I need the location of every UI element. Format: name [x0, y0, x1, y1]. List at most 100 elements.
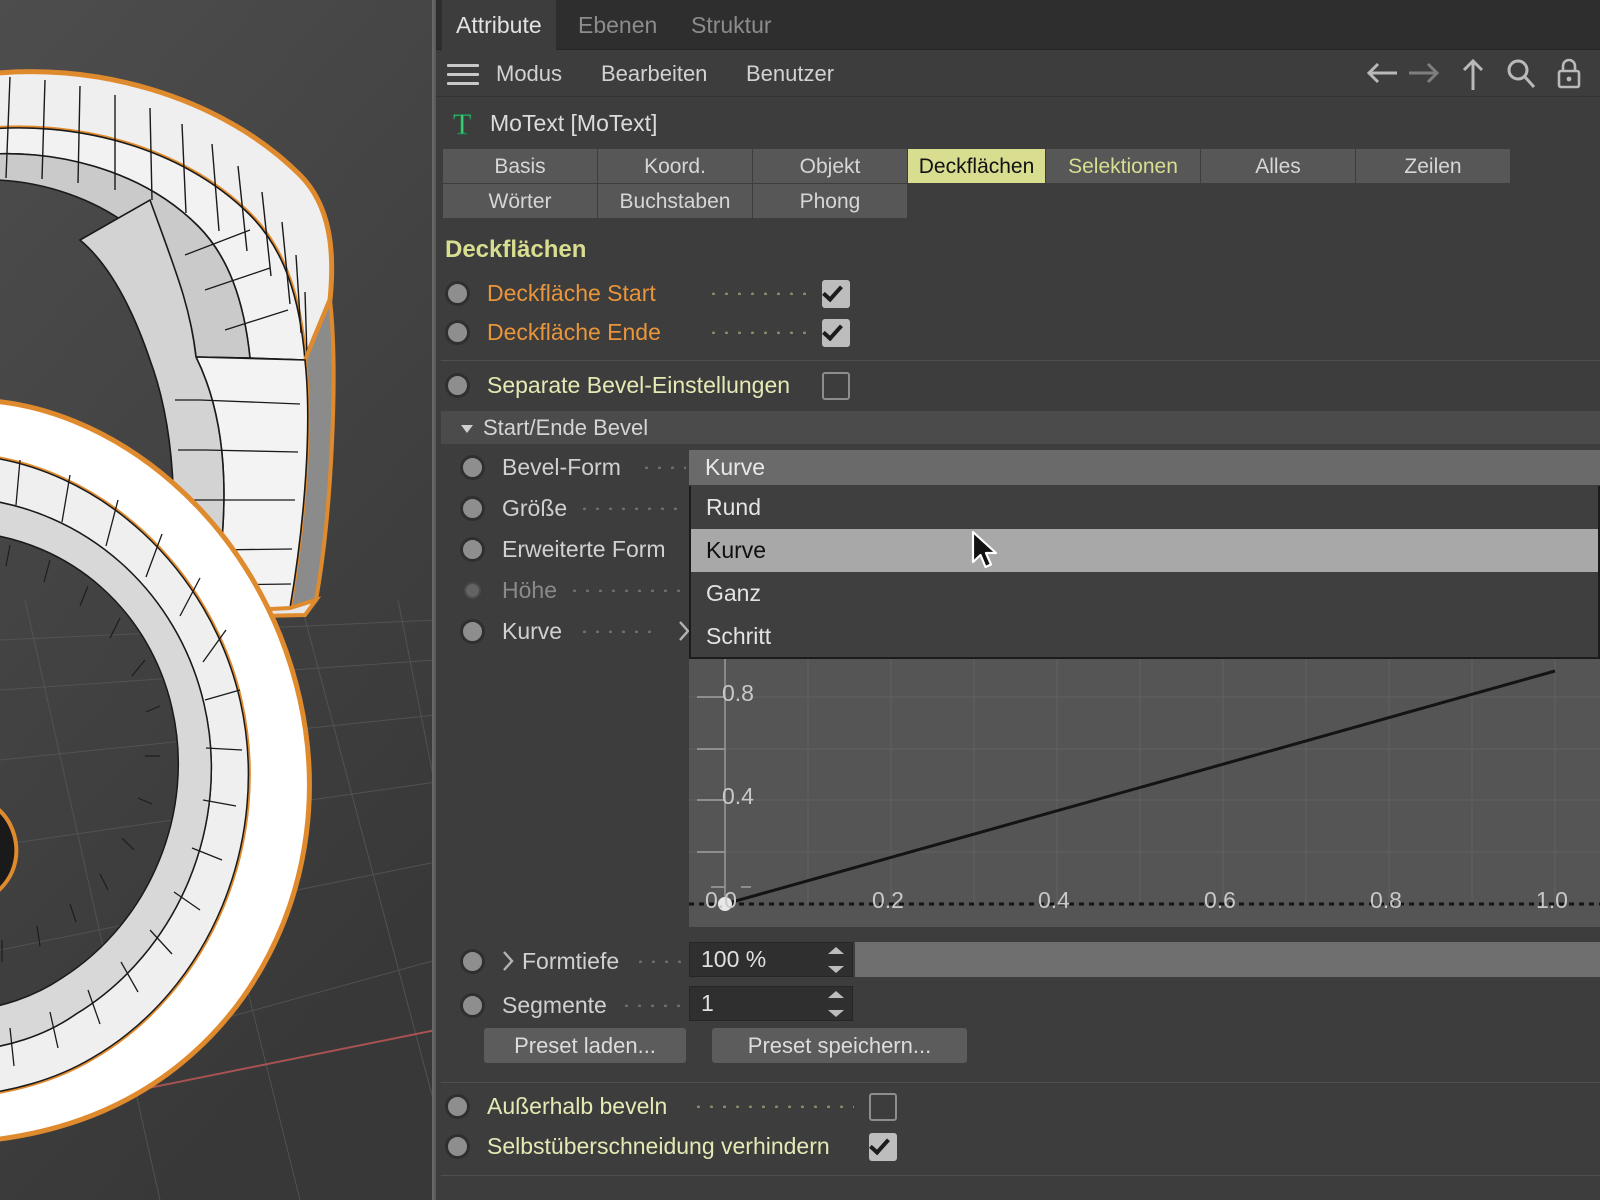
x-tick-0.6: 0.6 — [1204, 887, 1236, 913]
anim-track-icon-groesse[interactable] — [460, 496, 485, 521]
group-header-label: Start/Ende Bevel — [483, 415, 649, 440]
anim-track-icon-erweiterte-form[interactable] — [460, 537, 485, 562]
checkbox-deckflaeche-ende[interactable] — [822, 319, 850, 347]
property-tab-alles[interactable]: Alles — [1201, 149, 1356, 184]
lock-icon[interactable] — [1554, 57, 1584, 96]
checkbox-deckflaeche-start[interactable] — [822, 280, 850, 308]
dropdown-option-rund[interactable]: Rund — [691, 486, 1598, 529]
app-window: Attribute Ebenen Struktur Modus Bearbeit… — [0, 0, 1600, 1200]
group-header-start-ende-bevel[interactable]: Start/Ende Bevel — [441, 411, 1600, 444]
x-tick-0.4: 0.4 — [1038, 887, 1070, 913]
arrow-right-icon[interactable] — [1404, 57, 1444, 94]
label-bevel-form: Bevel-Form — [502, 454, 621, 480]
anim-track-icon-deckflaeche-ende[interactable] — [445, 320, 470, 345]
anim-track-icon-selbstueberschneidung[interactable] — [445, 1134, 470, 1159]
object-header: T MoText [MoText] — [436, 97, 1600, 149]
row-segmente[interactable]: Segmente 1 — [0, 986, 1164, 1025]
preset-laden-button[interactable]: Preset laden... — [484, 1028, 686, 1063]
x-tick-0.8: 0.8 — [1370, 887, 1402, 913]
dropdown-option-ganz[interactable]: Ganz — [691, 572, 1598, 615]
arrow-up-icon[interactable] — [1456, 57, 1490, 98]
divider — [441, 1175, 1600, 1176]
property-tab-phong[interactable]: Phong — [753, 184, 908, 219]
formtiefe-slider-fill — [855, 942, 1600, 977]
window-tab-bar: Attribute Ebenen Struktur — [436, 0, 1600, 50]
dropdown-option-schritt[interactable]: Schritt — [691, 615, 1598, 658]
window-tab-ebenen[interactable]: Ebenen — [564, 0, 671, 50]
row-selbstueberschneidung[interactable]: Selbstüberschneidung verhindern — [0, 1127, 1164, 1166]
formtiefe-value: 100 % — [701, 946, 767, 972]
label-ausserhalb-beveln: Außerhalb beveln — [487, 1093, 668, 1119]
row-formtiefe[interactable]: Formtiefe 100 % — [0, 942, 1600, 981]
anim-track-icon-deckflaeche-start[interactable] — [445, 281, 470, 306]
formtiefe-input[interactable]: 100 % — [689, 942, 853, 977]
dotted-leader — [707, 331, 807, 334]
checkbox-selbstueberschneidung[interactable] — [869, 1133, 897, 1161]
label-hoehe: Höhe — [502, 577, 557, 603]
dotted-leader — [634, 960, 686, 963]
arrow-left-icon[interactable] — [1364, 57, 1404, 94]
bevel-form-dropdown-menu[interactable]: Rund Kurve Ganz Schritt — [689, 486, 1600, 659]
label-kurve: Kurve — [502, 618, 563, 644]
anim-track-icon-formtiefe[interactable] — [460, 949, 485, 974]
property-tab-koord[interactable]: Koord. — [598, 149, 753, 184]
checkbox-separate-bevel[interactable] — [822, 372, 850, 400]
row-deckflaeche-ende[interactable]: Deckfläche Ende — [0, 313, 1164, 352]
bevel-form-combobox[interactable]: Kurve — [689, 450, 1600, 485]
curve-plot — [689, 659, 1600, 927]
formtiefe-stepper[interactable] — [828, 947, 844, 973]
object-name: MoText [MoText] — [490, 110, 658, 136]
svg-text:T: T — [453, 108, 471, 141]
label-segmente: Segmente — [502, 992, 607, 1018]
label-groesse: Größe — [502, 495, 568, 521]
property-tab-buchstaben[interactable]: Buchstaben — [598, 184, 753, 219]
segmente-stepper[interactable] — [828, 991, 844, 1017]
label-selbstueberschneidung: Selbstüberschneidung verhindern — [487, 1133, 830, 1159]
anim-track-icon-segmente[interactable] — [460, 993, 485, 1018]
property-tab-bar: Basis Koord. Objekt Deckflächen Selektio… — [443, 149, 1528, 219]
menu-item-benutzer[interactable]: Benutzer — [746, 50, 834, 97]
search-icon[interactable] — [1504, 57, 1538, 96]
hamburger-icon[interactable] — [447, 64, 479, 85]
property-tab-woerter[interactable]: Wörter — [443, 184, 598, 219]
anim-track-icon-bevel-form[interactable] — [460, 455, 485, 480]
property-tab-row-1: Basis Koord. Objekt Deckflächen Selektio… — [443, 149, 1528, 184]
menu-item-bearbeiten[interactable]: Bearbeiten — [601, 50, 707, 97]
row-separate-bevel[interactable]: Separate Bevel-Einstellungen — [0, 366, 1164, 405]
checkbox-ausserhalb-beveln[interactable] — [869, 1093, 897, 1121]
x-tick-1.0: 1.0 — [1536, 887, 1568, 913]
x-tick-0.0: 0.0 — [705, 887, 737, 913]
row-deckflaeche-start[interactable]: Deckfläche Start — [0, 274, 1164, 313]
anim-track-icon-kurve[interactable] — [460, 619, 485, 644]
anim-track-icon-hoehe — [464, 582, 481, 599]
dotted-leader — [578, 507, 686, 510]
dropdown-option-kurve[interactable]: Kurve — [691, 529, 1598, 572]
dotted-leader — [568, 589, 686, 592]
segmente-input[interactable]: 1 — [689, 986, 853, 1021]
property-tab-deckflaechen[interactable]: Deckflächen — [908, 149, 1046, 184]
bevel-curve-graph[interactable]: 0.8 0.4 0.0 0.2 0.4 0.6 0.8 1.0 — [689, 659, 1600, 927]
property-tab-objekt[interactable]: Objekt — [753, 149, 908, 184]
window-tab-attribute[interactable]: Attribute — [442, 0, 556, 50]
motext-icon: T — [450, 107, 480, 146]
y-tick-0.4: 0.4 — [722, 783, 754, 809]
label-deckflaeche-ende: Deckfläche Ende — [487, 319, 661, 345]
property-tab-basis[interactable]: Basis — [443, 149, 598, 184]
section-title: Deckflächen — [445, 236, 587, 263]
menu-item-modus[interactable]: Modus — [496, 50, 562, 97]
anim-track-icon-ausserhalb-beveln[interactable] — [445, 1094, 470, 1119]
label-deckflaeche-start: Deckfläche Start — [487, 280, 656, 306]
chevron-right-icon[interactable] — [500, 948, 516, 979]
divider — [441, 360, 1600, 361]
label-erweiterte-form: Erweiterte Form — [502, 536, 666, 562]
y-tick-0.8: 0.8 — [722, 680, 754, 706]
window-tab-struktur[interactable]: Struktur — [677, 0, 786, 50]
row-ausserhalb-beveln[interactable]: Außerhalb beveln — [0, 1087, 1164, 1126]
formtiefe-slider[interactable] — [855, 942, 1600, 977]
label-separate-bevel: Separate Bevel-Einstellungen — [487, 372, 791, 398]
property-tab-zeilen[interactable]: Zeilen — [1356, 149, 1511, 184]
anim-track-icon-separate-bevel[interactable] — [445, 373, 470, 398]
preset-speichern-button[interactable]: Preset speichern... — [712, 1028, 967, 1063]
x-tick-0.2: 0.2 — [872, 887, 904, 913]
property-tab-selektionen[interactable]: Selektionen — [1046, 149, 1201, 184]
